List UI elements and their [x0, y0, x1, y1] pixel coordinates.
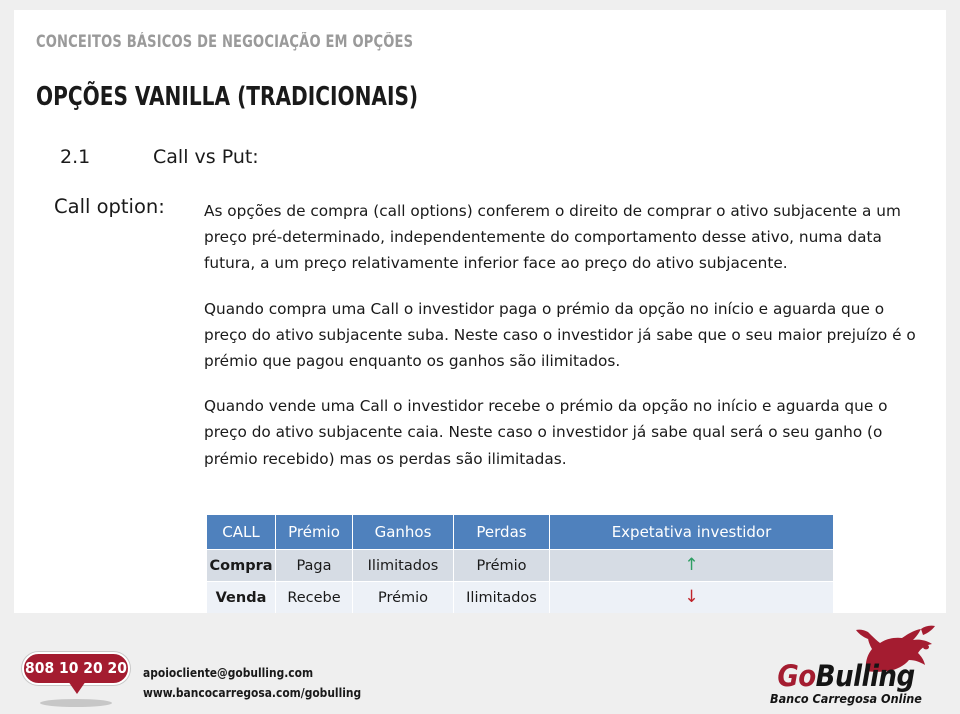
brand-tagline: Banco Carregosa Online — [770, 691, 922, 706]
column-header-ganhos: Ganhos — [353, 515, 453, 549]
cell-compra: Compra — [207, 550, 275, 581]
paragraph-definition: As opções de compra (call options) confe… — [204, 202, 901, 273]
cell-compra-expetativa: ↑ — [550, 550, 833, 581]
slide-eyebrow-heading: CONCEITOS BÁSICOS DE NEGOCIAÇÃO EM OPÇÕE… — [36, 32, 414, 51]
brand-wordmark-go: Go — [777, 659, 816, 693]
column-header-call: CALL — [207, 515, 275, 549]
cell-compra-perdas: Prémio — [454, 550, 549, 581]
brand-wordmark-bulling: Bulling — [815, 659, 916, 693]
column-header-premio: Prémio — [276, 515, 352, 549]
arrow-down-icon: ↓ — [684, 587, 699, 607]
presentation-slide-page: CONCEITOS BÁSICOS DE NEGOCIAÇÃO EM OPÇÕE… — [0, 0, 960, 714]
contact-email[interactable]: apoiocliente@gobulling.com — [143, 663, 361, 683]
phone-badge-shadow — [40, 699, 112, 707]
paragraph-buy-call: Quando compra uma Call o investidor paga… — [204, 299, 916, 371]
table-header-row: CALL Prémio Ganhos Perdas Expetativa inv… — [207, 515, 833, 549]
brand-wordmark: GoBulling — [748, 661, 944, 691]
column-header-perdas: Perdas — [454, 515, 549, 549]
table-row: Compra Paga Ilimitados Prémio ↑ — [207, 550, 833, 581]
slide-content-area: CONCEITOS BÁSICOS DE NEGOCIAÇÃO EM OPÇÕE… — [14, 10, 946, 614]
section-number: 2.1 — [60, 146, 91, 168]
call-summary-table: CALL Prémio Ganhos Perdas Expetativa inv… — [206, 514, 834, 614]
term-label-call-option: Call option: — [54, 195, 165, 218]
cell-compra-premio: Paga — [276, 550, 352, 581]
slide-footer: 808 10 20 20 apoiocliente@gobulling.com … — [0, 613, 960, 714]
cell-venda-expetativa: ↓ — [550, 582, 833, 613]
column-header-expetativa: Expetativa investidor — [550, 515, 833, 549]
body-text-column: As opções de compra (call options) confe… — [204, 198, 930, 472]
cell-venda: Venda — [207, 582, 275, 613]
page-title: OPÇÕES VANILLA (TRADICIONAIS) — [36, 82, 419, 112]
cell-venda-perdas: Ilimitados — [454, 582, 549, 613]
gobulling-logo: GoBulling Banco Carregosa Online — [748, 625, 944, 709]
phone-number-badge[interactable]: 808 10 20 20 — [22, 652, 130, 694]
cell-venda-ganhos: Prémio — [353, 582, 453, 613]
contact-details: apoiocliente@gobulling.com www.bancocarr… — [143, 663, 361, 703]
cell-venda-premio: Recebe — [276, 582, 352, 613]
contact-website[interactable]: www.bancocarregosa.com/gobulling — [143, 683, 361, 703]
cell-compra-ganhos: Ilimitados — [353, 550, 453, 581]
arrow-up-icon: ↑ — [684, 555, 699, 575]
table-row: Venda Recebe Prémio Ilimitados ↓ — [207, 582, 833, 613]
section-heading-row: 2.1 Call vs Put: — [60, 146, 860, 168]
section-title: Call vs Put: — [153, 146, 259, 168]
paragraph-sell-call: Quando vende uma Call o investidor receb… — [204, 397, 888, 468]
